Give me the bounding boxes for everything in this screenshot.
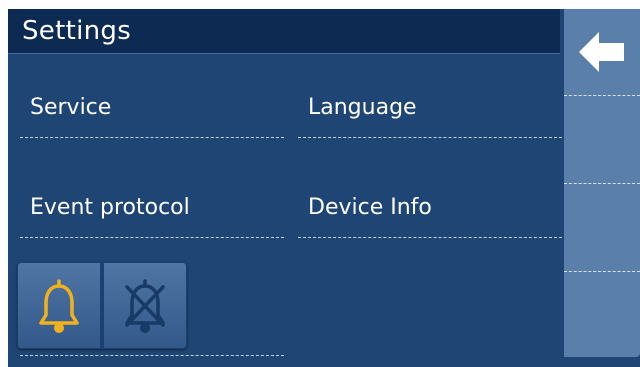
alarm-off-button[interactable] bbox=[103, 262, 187, 349]
alarm-on-button[interactable] bbox=[17, 262, 101, 349]
bell-crossed-icon bbox=[125, 278, 165, 333]
page-title: Settings bbox=[22, 16, 132, 46]
divider bbox=[20, 355, 284, 356]
divider bbox=[564, 95, 640, 96]
back-button[interactable] bbox=[564, 9, 640, 95]
menu-item-label: Event protocol bbox=[30, 195, 190, 220]
divider bbox=[564, 183, 640, 184]
side-panel bbox=[564, 9, 640, 357]
menu-item-language[interactable]: Language bbox=[298, 91, 562, 138]
menu-item-label: Device Info bbox=[308, 195, 432, 220]
settings-screen: Settings Service Language Event protocol… bbox=[8, 9, 640, 367]
menu-item-label: Service bbox=[30, 95, 112, 120]
menu-item-service[interactable]: Service bbox=[20, 91, 284, 138]
title-bar: Settings bbox=[8, 9, 560, 54]
bell-icon bbox=[39, 278, 79, 333]
arrow-left-icon bbox=[579, 32, 624, 72]
menu-item-device-info[interactable]: Device Info bbox=[298, 191, 562, 238]
menu-item-event-protocol[interactable]: Event protocol bbox=[20, 191, 284, 238]
divider bbox=[564, 271, 640, 272]
alarm-toggle-group bbox=[17, 262, 187, 349]
menu-item-label: Language bbox=[308, 95, 417, 120]
